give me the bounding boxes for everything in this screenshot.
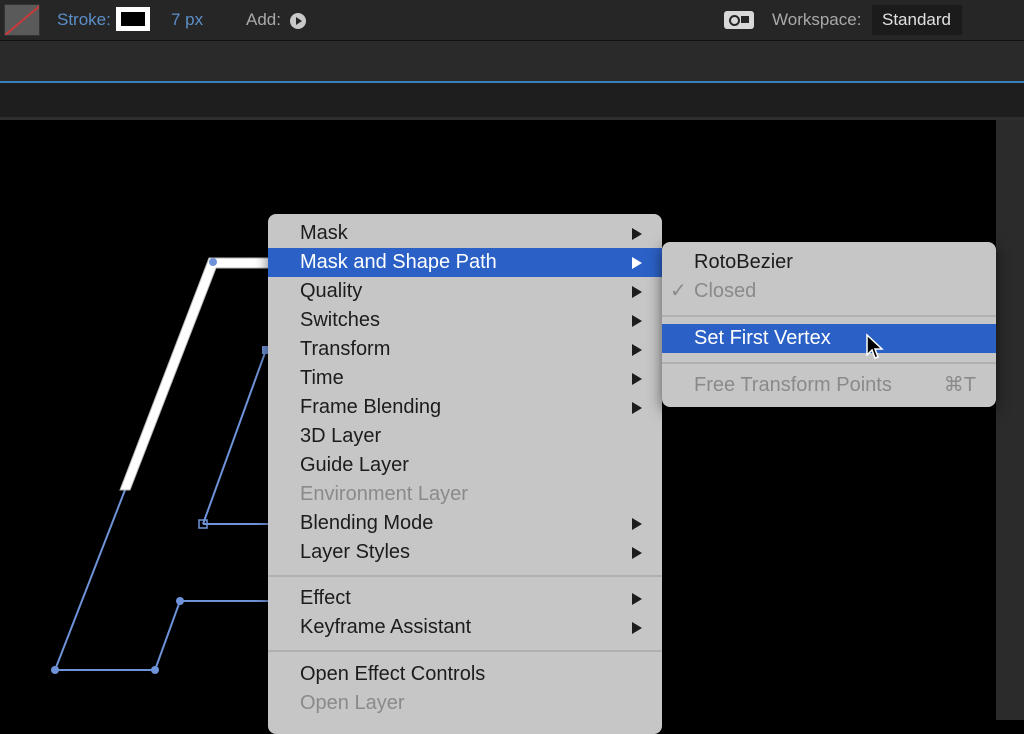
menu-item-label: Mask and Shape Path: [300, 251, 497, 273]
menu-item-label: Effect: [300, 587, 351, 609]
menu-item-3d-layer[interactable]: 3D Layer: [268, 422, 662, 451]
menu-item-label: Open Effect Controls: [300, 663, 486, 685]
menu-item-label: Open Layer: [300, 692, 405, 714]
menu-item-label: Time: [300, 367, 344, 389]
submenu-arrow-icon: [632, 518, 642, 530]
vertex-point: [209, 258, 217, 266]
menu-item-label: Blending Mode: [300, 512, 434, 534]
menu-item-label: Switches: [300, 309, 381, 331]
menu-item-label: Environment Layer: [300, 483, 468, 505]
menu-item-blending-mode[interactable]: Blending Mode: [268, 509, 662, 538]
submenu-arrow-icon: [632, 257, 642, 269]
shortcut-label: ⌘T: [943, 374, 976, 396]
menu-item-label: Guide Layer: [300, 454, 409, 476]
submenu-arrow-icon: [632, 286, 642, 298]
submenu-item-label: Set First Vertex: [694, 327, 831, 349]
mask-path-outline: [54, 349, 300, 671]
submenu-arrow-icon: [632, 593, 642, 605]
menu-item-layer-styles[interactable]: Layer Styles: [268, 538, 662, 567]
path-segment-lower: [55, 600, 300, 671]
submenu-item-closed: ✓ Closed: [662, 277, 996, 306]
path-segment-left-leg: [54, 489, 126, 671]
menu-separator: [268, 650, 662, 652]
vertex-point: [176, 597, 184, 605]
submenu-item-set-first-vertex[interactable]: Set First Vertex: [662, 324, 996, 353]
submenu-arrow-icon: [632, 344, 642, 356]
mouse-pointer-icon: [866, 333, 884, 359]
vertex-point: [151, 666, 159, 674]
menu-item-mask-and-shape-path[interactable]: Mask and Shape Path: [268, 248, 662, 277]
menu-item-label: Mask: [300, 222, 348, 244]
submenu-arrow-icon: [632, 315, 642, 327]
menu-item-keyframe-assistant[interactable]: Keyframe Assistant: [268, 613, 662, 642]
vertex-point: [51, 666, 59, 674]
mask-shape-path-submenu: RotoBezier ✓ Closed Set First Vertex Fre…: [662, 242, 996, 407]
submenu-arrow-icon: [632, 402, 642, 414]
menu-item-label: Frame Blending: [300, 396, 442, 418]
menu-item-label: Transform: [300, 338, 391, 360]
submenu-item-label: Free Transform Points: [694, 374, 892, 396]
menu-item-environment-layer: Environment Layer: [268, 480, 662, 509]
submenu-item-rotobezier[interactable]: RotoBezier: [662, 248, 996, 277]
submenu-arrow-icon: [632, 228, 642, 240]
checkmark-icon: ✓: [670, 280, 687, 302]
menu-item-time[interactable]: Time: [268, 364, 662, 393]
submenu-item-label: Closed: [694, 280, 757, 302]
submenu-item-free-transform-points: Free Transform Points ⌘T: [662, 371, 996, 400]
menu-separator: [268, 575, 662, 577]
submenu-arrow-icon: [632, 547, 642, 559]
menu-item-mask[interactable]: Mask: [268, 219, 662, 248]
submenu-item-label: RotoBezier: [694, 251, 793, 273]
menu-item-switches[interactable]: Switches: [268, 306, 662, 335]
menu-item-transform[interactable]: Transform: [268, 335, 662, 364]
menu-item-quality[interactable]: Quality: [268, 277, 662, 306]
menu-item-label: Quality: [300, 280, 363, 302]
menu-item-frame-blending[interactable]: Frame Blending: [268, 393, 662, 422]
menu-item-open-effect-controls[interactable]: Open Effect Controls: [268, 660, 662, 689]
menu-item-label: 3D Layer: [300, 425, 382, 447]
submenu-arrow-icon: [632, 373, 642, 385]
menu-item-open-layer: Open Layer: [268, 689, 662, 718]
menu-item-label: Layer Styles: [300, 541, 411, 563]
path-vertex-points: [51, 258, 270, 674]
menu-item-label: Keyframe Assistant: [300, 616, 472, 638]
submenu-arrow-icon: [632, 622, 642, 634]
layer-context-menu: Mask Mask and Shape Path Quality Switche…: [268, 214, 662, 734]
submenu-separator: [662, 362, 996, 364]
menu-item-effect[interactable]: Effect: [268, 584, 662, 613]
menu-item-guide-layer[interactable]: Guide Layer: [268, 451, 662, 480]
submenu-separator: [662, 315, 996, 317]
